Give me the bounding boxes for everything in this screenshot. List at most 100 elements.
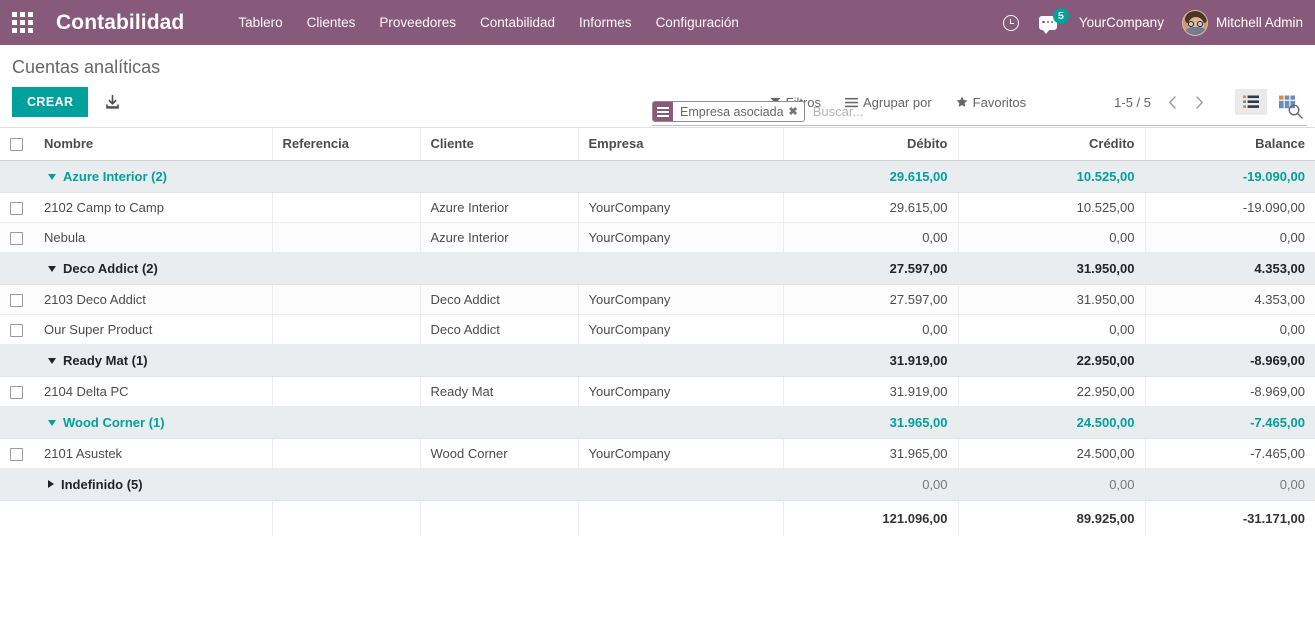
group-company-cell: [577, 160, 783, 194]
group-toggle-cell[interactable]: [0, 344, 34, 378]
user-menu[interactable]: Mitchell Admin: [1176, 0, 1303, 45]
cell-cliente: Azure Interior: [419, 222, 578, 254]
menu-item-contabilidad[interactable]: Contabilidad: [468, 0, 567, 45]
totals-empty-cell: [0, 500, 34, 537]
activities-button[interactable]: [993, 0, 1029, 45]
table-row[interactable]: 2104 Delta PC Ready Mat YourCompany 31.919,…: [0, 376, 1315, 408]
messages-button[interactable]: 5: [1029, 0, 1069, 45]
column-header-empresa[interactable]: Empresa: [577, 128, 783, 162]
menu-item-proveedores[interactable]: Proveedores: [367, 0, 468, 45]
group-debit-cell: 31.919,00: [782, 344, 958, 378]
group-row[interactable]: Indefinido (5) 0,00 0,00 0,00: [0, 468, 1315, 502]
select-all-cell: [0, 128, 34, 162]
apps-menu-button[interactable]: [0, 0, 44, 45]
cell-debito: 27.597,00: [782, 284, 958, 316]
row-checkbox[interactable]: [10, 202, 23, 216]
top-navbar: Contabilidad Tablero Clientes Proveedore…: [0, 0, 1315, 45]
cell-balance: -7.465,00: [1144, 438, 1315, 470]
row-checkbox[interactable]: [10, 448, 23, 462]
caret-down-icon: [48, 174, 56, 181]
group-name-cell[interactable]: Wood Corner (1): [34, 406, 272, 440]
navbar-right-section: 5 YourCompany Mitchell Admin: [993, 0, 1315, 45]
cell-debito: 31.965,00: [782, 438, 958, 470]
group-row[interactable]: Azure Interior (2) 29.615,00 10.525,00 -19.…: [0, 160, 1315, 194]
row-checkbox[interactable]: [10, 386, 23, 400]
column-header-debito[interactable]: Débito: [782, 128, 958, 162]
caret-down-icon: [48, 266, 56, 273]
cell-cliente: Ready Mat: [419, 376, 578, 408]
cell-debito: 0,00: [782, 222, 958, 254]
table-header-row: Nombre Referencia Cliente Empresa Débito…: [0, 128, 1315, 162]
totals-balance-cell: -31.171,00: [1144, 500, 1315, 537]
control-panel: Cuentas analíticas CREAR Filtros: [0, 45, 1315, 128]
group-name-label: Deco Addict (2): [63, 261, 158, 277]
group-reference-cell: [271, 344, 420, 378]
analytic-accounts-table: Nombre Referencia Cliente Empresa Débito…: [0, 128, 1315, 537]
search-box[interactable]: Empresa asociada ✖: [652, 101, 1307, 126]
cell-debito: 29.615,00: [782, 192, 958, 224]
group-name-cell[interactable]: Deco Addict (2): [34, 252, 272, 286]
group-reference-cell: [271, 468, 420, 502]
group-company-cell: [577, 344, 783, 378]
row-select-cell: [0, 284, 34, 316]
cell-cliente: Deco Addict: [419, 284, 578, 316]
search-submit-button[interactable]: [1280, 104, 1307, 119]
cell-nombre: 2102 Camp to Camp: [34, 192, 272, 224]
row-checkbox[interactable]: [10, 324, 23, 338]
select-all-checkbox[interactable]: [10, 138, 23, 152]
menu-item-configuracion[interactable]: Configuración: [644, 0, 751, 45]
table-row[interactable]: Nebula Azure Interior YourCompany 0,00 0,00 0…: [0, 222, 1315, 254]
group-toggle-cell[interactable]: [0, 252, 34, 286]
group-row[interactable]: Wood Corner (1) 31.965,00 24.500,00 -7.465,…: [0, 406, 1315, 440]
group-credit-cell: 31.950,00: [957, 252, 1145, 286]
main-menu: Tablero Clientes Proveedores Contabilida…: [226, 0, 751, 45]
table-body: Azure Interior (2) 29.615,00 10.525,00 -19.…: [0, 160, 1315, 537]
group-debit-cell: 31.965,00: [782, 406, 958, 440]
column-header-referencia[interactable]: Referencia: [271, 128, 420, 162]
group-row[interactable]: Ready Mat (1) 31.919,00 22.950,00 -8.969,00: [0, 344, 1315, 378]
group-toggle-cell[interactable]: [0, 406, 34, 440]
column-header-balance[interactable]: Balance: [1144, 128, 1315, 162]
group-name-label: Wood Corner (1): [63, 415, 165, 431]
company-switcher[interactable]: YourCompany: [1067, 0, 1176, 45]
import-records-button[interactable]: [104, 94, 121, 111]
column-header-cliente[interactable]: Cliente: [419, 128, 578, 162]
menu-item-informes[interactable]: Informes: [567, 0, 644, 45]
group-debit-cell: 27.597,00: [782, 252, 958, 286]
row-checkbox[interactable]: [10, 232, 23, 246]
brand-title[interactable]: Contabilidad: [44, 0, 198, 45]
avatar: [1181, 9, 1208, 36]
group-toggle-cell[interactable]: [0, 160, 34, 194]
group-name-cell[interactable]: Ready Mat (1): [34, 344, 272, 378]
create-button[interactable]: CREAR: [12, 87, 89, 117]
row-select-cell: [0, 192, 34, 224]
column-header-credito[interactable]: Crédito: [957, 128, 1145, 162]
group-balance-cell: -7.465,00: [1144, 406, 1315, 440]
cell-credito: 31.950,00: [957, 284, 1145, 316]
totals-empty-cell: [271, 500, 420, 537]
group-row[interactable]: Deco Addict (2) 27.597,00 31.950,00 4.353,0…: [0, 252, 1315, 286]
group-name-cell[interactable]: Indefinido (5): [34, 468, 272, 502]
cell-balance: -8.969,00: [1144, 376, 1315, 408]
group-name-cell[interactable]: Azure Interior (2): [34, 160, 272, 194]
cell-referencia: [271, 314, 420, 346]
table-row[interactable]: 2103 Deco Addict Deco Addict YourCompany 27…: [0, 284, 1315, 316]
row-checkbox[interactable]: [10, 294, 23, 308]
cell-credito: 10.525,00: [957, 192, 1145, 224]
menu-item-clientes[interactable]: Clientes: [295, 0, 368, 45]
messages-count-badge: 5: [1052, 8, 1069, 24]
table-row[interactable]: 2101 Asustek Wood Corner YourCompany 31.965…: [0, 438, 1315, 470]
table-row[interactable]: 2102 Camp to Camp Azure Interior YourCompa…: [0, 192, 1315, 224]
menu-item-tablero[interactable]: Tablero: [226, 0, 294, 45]
group-toggle-cell[interactable]: [0, 468, 34, 502]
group-customer-cell: [419, 344, 578, 378]
group-customer-cell: [419, 468, 578, 502]
search-facet-empresa-asociada[interactable]: Empresa asociada ✖: [652, 101, 805, 122]
search-facet-remove-icon[interactable]: ✖: [784, 105, 798, 118]
group-company-cell: [577, 468, 783, 502]
totals-empty-cell: [577, 500, 783, 537]
import-icon: [106, 94, 120, 109]
search-input[interactable]: [804, 101, 1280, 122]
column-header-nombre[interactable]: Nombre: [34, 128, 272, 162]
table-row[interactable]: Our Super Product Deco Addict YourCompany 0…: [0, 314, 1315, 346]
